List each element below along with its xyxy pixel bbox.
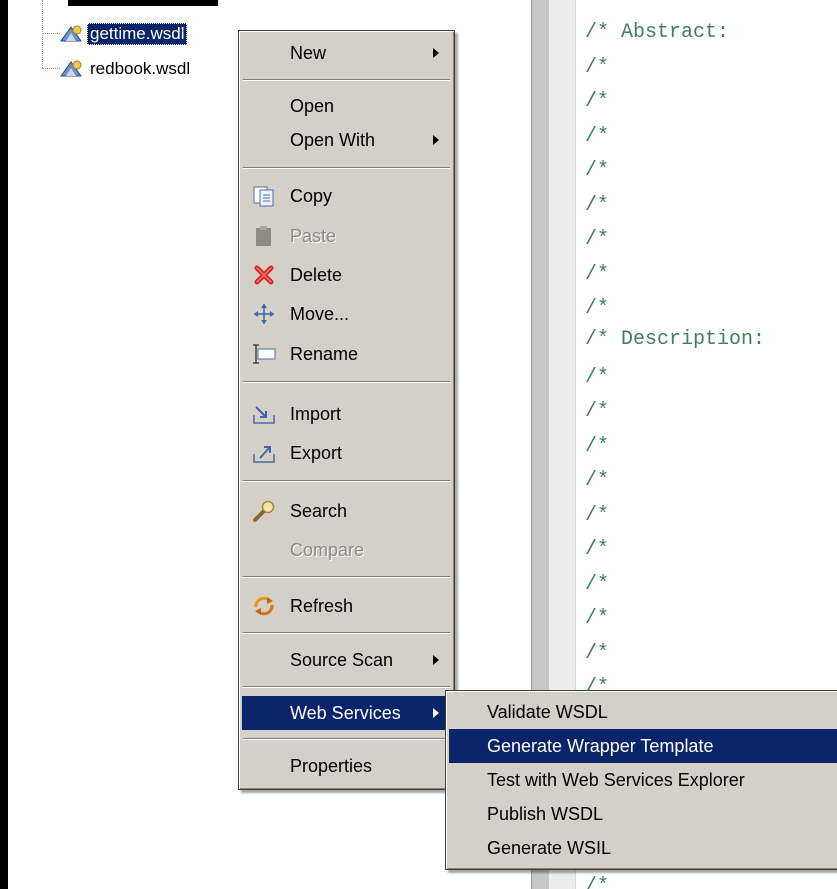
menu-item-copy[interactable]: Copy: [242, 179, 451, 213]
menu-item-test-with-web-services-explorer[interactable]: Test with Web Services Explorer: [449, 763, 837, 797]
menu-item-paste[interactable]: Paste: [242, 219, 451, 253]
code-line: /*: [585, 642, 610, 665]
menu-item-label: Import: [290, 403, 342, 424]
search-icon: [253, 500, 275, 522]
code-line: /*: [585, 469, 610, 492]
rename-icon: [253, 344, 276, 364]
menu-item-search[interactable]: Search: [242, 494, 451, 528]
menu-item-label: Copy: [290, 185, 333, 206]
tree-item-gettime-wsdl[interactable]: gettime.wsdl: [58, 22, 188, 46]
menu-item-rename[interactable]: Rename: [242, 337, 451, 371]
menu-item-refresh[interactable]: Refresh: [242, 589, 451, 623]
code-line: /*: [585, 194, 610, 217]
code-line: /*: [585, 538, 610, 561]
menu-item-label: Compare: [290, 539, 365, 560]
refresh-icon: [254, 596, 274, 616]
menu-item-web-services[interactable]: Web Services: [242, 696, 451, 730]
submenu-arrow-icon: [433, 135, 439, 145]
menu-separator: [243, 167, 450, 169]
menu-separator: [243, 632, 450, 634]
menu-item-label: Export: [290, 442, 343, 463]
menu-item-label: Paste: [290, 225, 337, 246]
code-line: /*: [585, 504, 610, 527]
code-line: /*: [585, 607, 610, 630]
menu-item-delete[interactable]: Delete: [242, 258, 451, 292]
code-line: /* Description:: [585, 328, 766, 351]
menu-item-open[interactable]: Open: [242, 89, 451, 123]
code-line: /*: [585, 56, 610, 79]
tree-item-label: gettime.wsdl: [87, 23, 188, 45]
menu-item-publish-wsdl[interactable]: Publish WSDL: [449, 797, 837, 831]
code-line: /*: [585, 435, 610, 458]
menu-item-label: Move...: [290, 303, 350, 324]
menu-item-generate-wrapper-template[interactable]: Generate Wrapper Template: [449, 729, 837, 763]
code-line: /*: [585, 297, 610, 320]
menu-item-label: Source Scan: [290, 649, 394, 670]
menu-separator: [243, 480, 450, 482]
submenu-arrow-icon: [433, 655, 439, 665]
tree-item-label: redbook.wsdl: [90, 59, 191, 78]
delete-icon: [254, 265, 274, 285]
menu-item-validate-wsdl[interactable]: Validate WSDL: [449, 695, 837, 729]
code-line: /*: [585, 159, 610, 182]
export-icon: [253, 446, 275, 463]
code-line: /*: [585, 90, 610, 113]
menu-item-label: Search: [290, 500, 348, 521]
menu-separator: [243, 79, 450, 81]
menu-item-export[interactable]: Export: [242, 436, 451, 470]
wsdl-file-icon: [60, 25, 82, 42]
menu-item-label: Web Services: [290, 702, 401, 723]
code-line: /*: [585, 125, 610, 148]
code-line: /*: [585, 263, 610, 286]
menu-item-open-with[interactable]: Open With: [242, 123, 451, 157]
code-line: /*: [585, 366, 610, 389]
menu-item-label: Publish WSDL: [487, 803, 604, 824]
paste-icon: [256, 226, 271, 246]
code-line: /* Abstract:: [585, 21, 730, 44]
menu-item-compare[interactable]: Compare: [242, 533, 451, 567]
menu-separator: [243, 576, 450, 578]
code-line: /*: [585, 228, 610, 251]
submenu-arrow-icon: [433, 708, 439, 718]
import-icon: [253, 406, 275, 424]
menu-separator: [243, 738, 450, 740]
code-line: /*: [585, 400, 610, 423]
menu-item-label: Generate Wrapper Template: [487, 735, 714, 756]
menu-separator: [243, 381, 450, 383]
copy-icon: [253, 186, 274, 207]
workbench: gettime.wsdl redbook.wsdl /* Abstract: /…: [8, 0, 837, 889]
menu-item-generate-wsil[interactable]: Generate WSIL: [449, 831, 837, 865]
menu-item-label: Open With: [290, 129, 376, 150]
menu-separator: [243, 686, 450, 688]
menu-item-source-scan[interactable]: Source Scan: [242, 643, 451, 677]
menu-item-label: Delete: [290, 264, 343, 285]
menu-item-label: Rename: [290, 343, 359, 364]
menu-item-label: Properties: [290, 755, 373, 776]
wsdl-file-icon: [60, 60, 82, 77]
menu-item-properties[interactable]: Properties: [242, 749, 451, 783]
submenu-arrow-icon: [433, 48, 439, 58]
menu-item-label: Test with Web Services Explorer: [487, 769, 745, 790]
tree-item-redbook-wsdl[interactable]: redbook.wsdl: [58, 57, 193, 81]
code-line: /*: [585, 573, 610, 596]
move-icon: [254, 304, 274, 324]
menu-item-label: Open: [290, 95, 335, 116]
menu-item-move[interactable]: Move...: [242, 297, 451, 331]
menu-item-label: Generate WSIL: [487, 837, 612, 858]
menu-item-label: Validate WSDL: [487, 701, 608, 722]
menu-item-import[interactable]: Import: [242, 397, 451, 431]
menu-item-label: New: [290, 42, 327, 63]
menu-item-label: Refresh: [290, 595, 354, 616]
code-line: /*: [585, 875, 610, 889]
menu-item-new[interactable]: New: [242, 36, 451, 70]
context-menu: New Open Open With Copy Paste Delete Mov…: [238, 30, 455, 790]
web-services-submenu: Validate WSDL Generate Wrapper Template …: [445, 690, 837, 870]
